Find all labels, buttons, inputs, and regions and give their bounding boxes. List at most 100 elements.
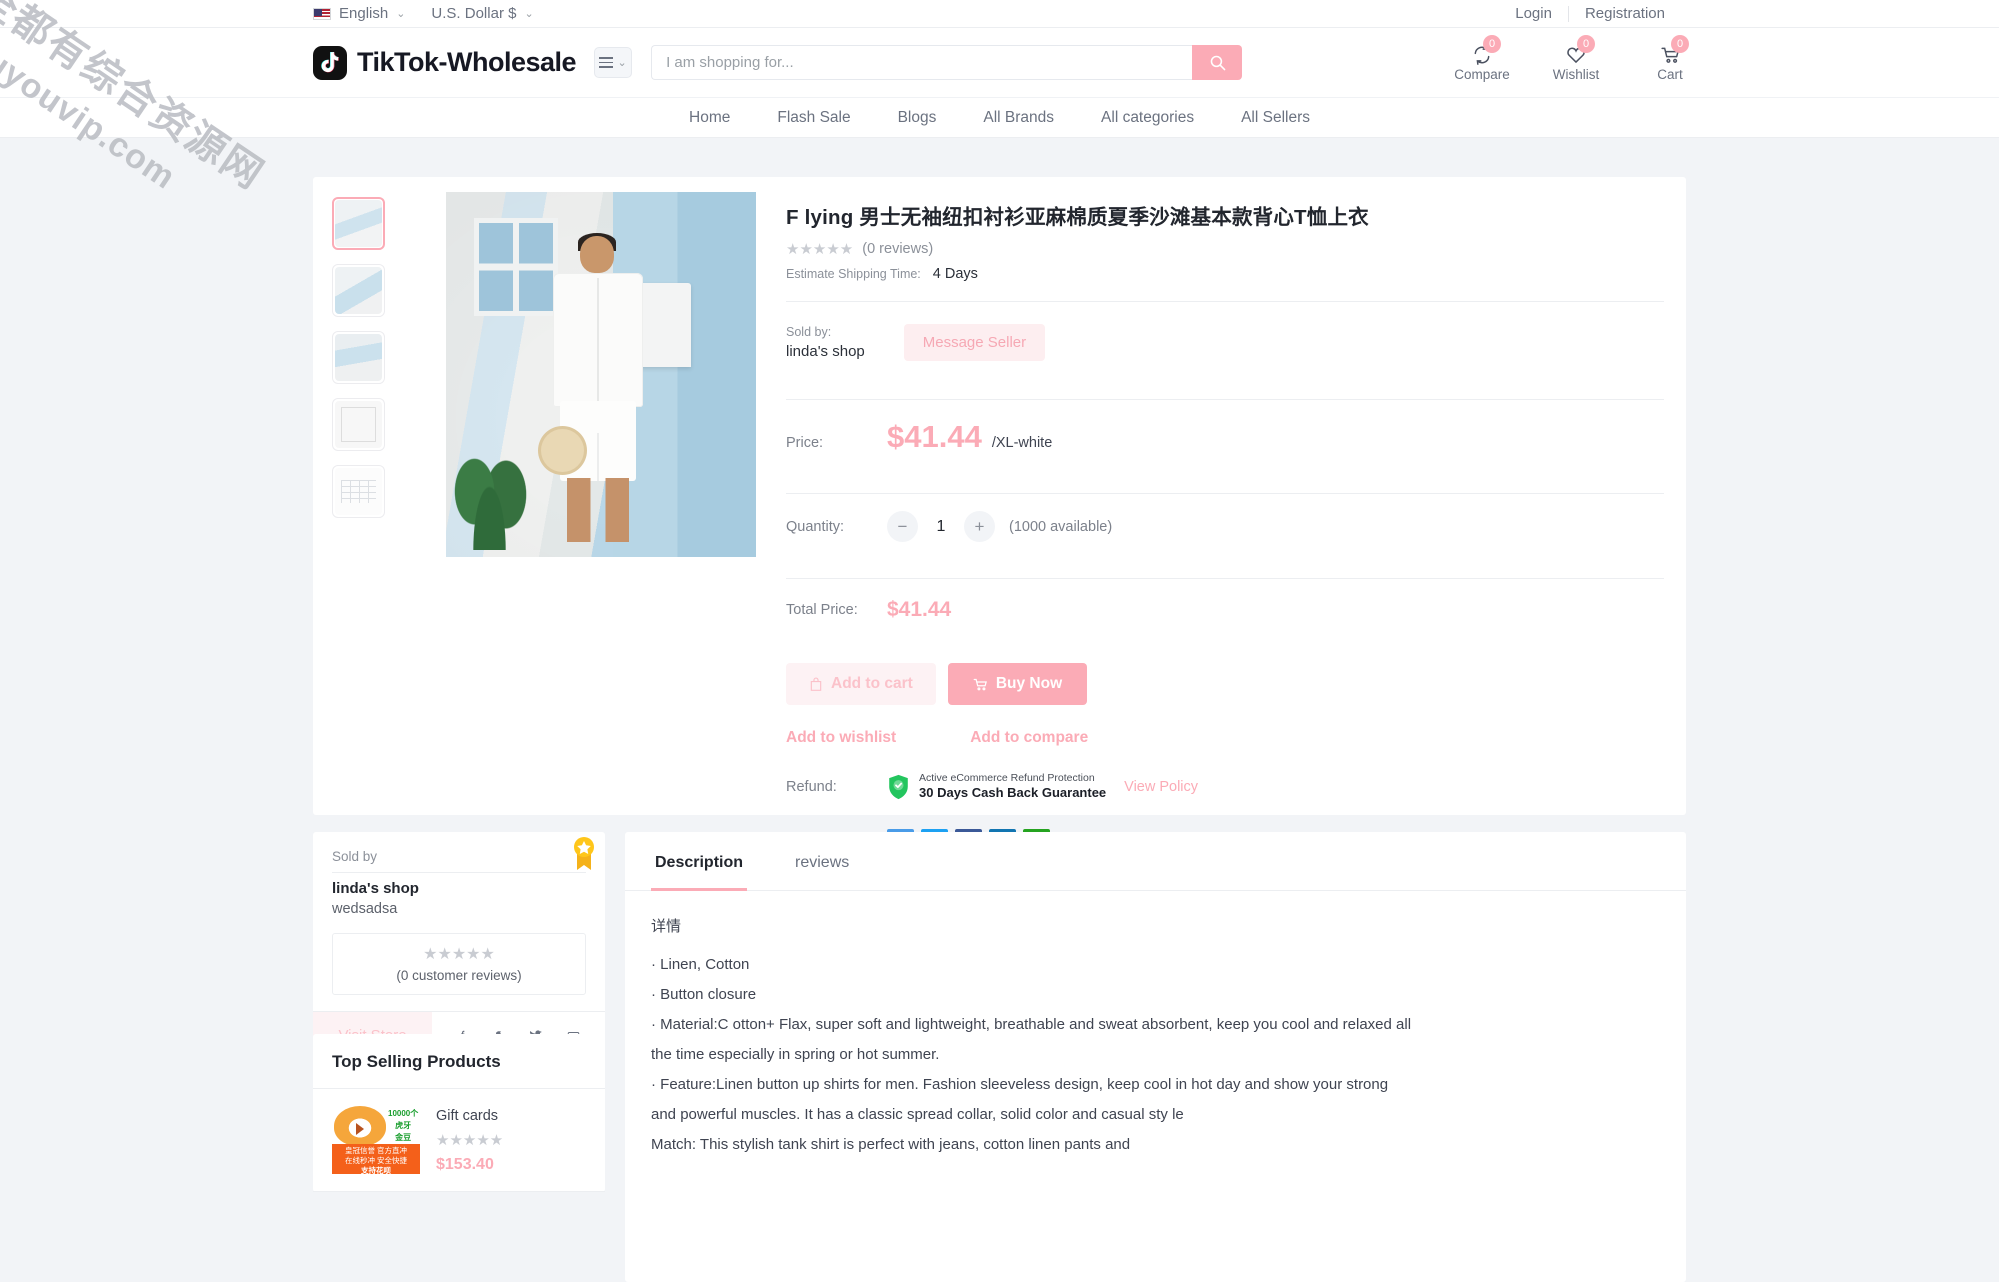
- refund-label: Refund:: [786, 778, 837, 795]
- bag-icon: [810, 677, 822, 691]
- buy-now-button[interactable]: Buy Now: [947, 663, 1088, 705]
- buy-now-label: Buy Now: [995, 675, 1063, 692]
- verified-badge-icon: [574, 837, 594, 870]
- top-selling-product-name[interactable]: Gift cards: [436, 1108, 503, 1124]
- wishlist-label: Wishlist: [1552, 66, 1600, 82]
- quantity-decrease-button[interactable]: −: [887, 511, 918, 542]
- compare-label: Compare: [1454, 66, 1510, 82]
- tab-description[interactable]: Description: [651, 833, 748, 891]
- quantity-value: 1: [936, 517, 946, 535]
- seller-card-shop-name[interactable]: linda's shop: [332, 880, 586, 897]
- cart-button[interactable]: 0 Cart: [1641, 34, 1699, 82]
- add-to-compare-link[interactable]: Add to compare: [970, 729, 1088, 747]
- refund-protection-label: Active eCommerce Refund Protection: [919, 772, 1095, 784]
- product-rating: ★★★★★ (0 reviews): [786, 240, 1664, 258]
- thumbnail-image: [335, 468, 382, 515]
- product-main-image[interactable]: [446, 192, 756, 557]
- thumbnail-3[interactable]: [332, 331, 385, 384]
- thumbnail-5[interactable]: [332, 465, 385, 518]
- badge-orange-text: 皇冠信誉 官方直冲 在线秒冲 安全快捷 支持花呗: [344, 1146, 408, 1174]
- thumbnail-image: [335, 200, 382, 247]
- nav-item-all-brands[interactable]: All Brands: [983, 109, 1054, 127]
- nav-item-home[interactable]: Home: [689, 109, 730, 127]
- top-selling-product-stars: ★★★★★: [436, 1132, 504, 1149]
- thumbnail-4[interactable]: [332, 398, 385, 451]
- tab-reviews[interactable]: reviews: [791, 833, 853, 891]
- chevron-down-icon: ⌄: [617, 57, 627, 69]
- view-policy-link[interactable]: View Policy: [1124, 779, 1198, 795]
- nav-item-all-categories[interactable]: All categories: [1101, 109, 1194, 127]
- nav-item-all-sellers[interactable]: All Sellers: [1241, 109, 1310, 127]
- product-info-panel: F lying 男士无袖纽扣衬衫亚麻棉质夏季沙滩基本款背心T恤上衣 ★★★★★ …: [786, 177, 1664, 857]
- cat-mascot-icon: [334, 1106, 386, 1146]
- seller-row: Sold by: linda's shop Message Seller: [786, 302, 1664, 380]
- quantity-row: Quantity: − 1 + (1000 available): [786, 494, 1664, 559]
- us-flag-icon: [313, 7, 331, 20]
- description-paragraph: · Material:C otton+ Flax, super soft and…: [651, 1016, 1412, 1063]
- category-menu-button[interactable]: ⌄: [594, 47, 633, 78]
- message-seller-button[interactable]: Message Seller: [903, 324, 1046, 361]
- top-bar-right: Login Registration: [1499, 5, 1681, 22]
- language-selector[interactable]: English ⌄: [313, 5, 405, 22]
- currency-selector[interactable]: U.S. Dollar $ ⌄: [431, 5, 533, 22]
- search-icon: [1210, 55, 1225, 71]
- product-detail-card: F lying 男士无袖纽扣衬衫亚麻棉质夏季沙滩基本款背心T恤上衣 ★★★★★ …: [313, 177, 1686, 857]
- quantity-label: Quantity:: [786, 518, 845, 535]
- top-selling-title: Top Selling Products: [332, 1052, 501, 1071]
- wishlist-badge: 0: [1577, 34, 1595, 53]
- add-to-cart-label: Add to cart: [831, 675, 913, 692]
- compare-button[interactable]: 0 Compare: [1453, 34, 1511, 82]
- total-price-label: Total Price:: [786, 602, 858, 618]
- review-count: (0 reviews): [862, 241, 934, 257]
- chevron-down-icon: ⌄: [524, 8, 534, 20]
- description-paragraph: Match: This stylish tank shirt is perfec…: [651, 1136, 1131, 1153]
- add-to-cart-button[interactable]: Add to cart: [786, 663, 936, 705]
- top-bar: English ⌄ U.S. Dollar $ ⌄ Login Registra…: [0, 0, 1999, 28]
- registration-link[interactable]: Registration: [1569, 5, 1681, 22]
- quantity-increase-button[interactable]: +: [964, 511, 995, 542]
- seller-card-body: Sold by linda's shop wedsadsa ★★★★★ (0 c…: [313, 832, 605, 995]
- description-paragraph: · Button closure: [651, 986, 757, 1003]
- description-paragraph: · Linen, Cotton: [651, 956, 750, 973]
- divider: [332, 872, 586, 873]
- sold-by-label: Sold by:: [786, 325, 832, 339]
- shield-check-icon: [889, 774, 908, 799]
- cart-badge: 0: [1671, 34, 1689, 53]
- total-price-row: Total Price: $41.44: [786, 579, 1664, 641]
- currency-label: U.S. Dollar $: [431, 5, 517, 22]
- cta-buttons: Add to cart Buy Now: [786, 641, 1664, 705]
- thumbnail-2[interactable]: [332, 264, 385, 317]
- header-icon-group: 0 Compare 0 Wishlist 0 Cart: [1453, 34, 1699, 82]
- nav-item-flash-sale[interactable]: Flash Sale: [777, 109, 850, 127]
- seller-review-count: (0 customer reviews): [396, 968, 522, 983]
- page-root: 全都有综合资源网 douyouvip.com English ⌄ U.S. Do…: [0, 0, 1999, 1282]
- brand-logo[interactable]: TikTok-Wholesale: [313, 45, 577, 80]
- search-button[interactable]: [1192, 45, 1243, 80]
- image-plant: [452, 403, 527, 550]
- seller-card: Sold by linda's shop wedsadsa ★★★★★ (0 c…: [313, 832, 605, 1059]
- description-heading: 详情: [651, 918, 682, 935]
- product-title: F lying 男士无袖纽扣衬衫亚麻棉质夏季沙滩基本款背心T恤上衣: [786, 206, 1369, 229]
- nav-item-blogs[interactable]: Blogs: [898, 109, 937, 127]
- secondary-actions: Add to wishlist Add to compare: [786, 705, 1664, 747]
- login-link[interactable]: Login: [1499, 5, 1568, 22]
- image-model: [537, 232, 654, 543]
- seller-rating-stars: ★★★★★: [423, 946, 495, 963]
- list-item[interactable]: 10000个 虎牙 金豆 皇冠信誉 官方直冲 在线秒冲 安全快捷 支持花呗 Gift c…: [313, 1089, 605, 1191]
- thumbnail-gallery: [332, 197, 386, 532]
- seller-rating-box: ★★★★★ (0 customer reviews): [332, 933, 586, 995]
- seller-name[interactable]: linda's shop: [786, 343, 865, 360]
- thumbnail-image: [335, 401, 382, 448]
- search-input[interactable]: [651, 45, 1193, 80]
- description-paragraph: · Feature:Linen button up shirts for men…: [651, 1076, 1389, 1123]
- add-to-wishlist-link[interactable]: Add to wishlist: [786, 729, 896, 747]
- rating-stars: ★★★★★: [786, 241, 854, 258]
- wishlist-button[interactable]: 0 Wishlist: [1547, 34, 1605, 82]
- thumbnail-1[interactable]: [332, 197, 385, 250]
- quantity-stepper: − 1 +: [887, 511, 995, 542]
- refund-guarantee-label: 30 Days Cash Back Guarantee: [919, 785, 1107, 801]
- product-price: $41.44: [887, 419, 982, 454]
- refund-row: Refund: Active eCommerce Refund Protecti…: [786, 747, 1664, 801]
- brand-title: TikTok-Wholesale: [357, 47, 577, 78]
- divider: [313, 1191, 605, 1192]
